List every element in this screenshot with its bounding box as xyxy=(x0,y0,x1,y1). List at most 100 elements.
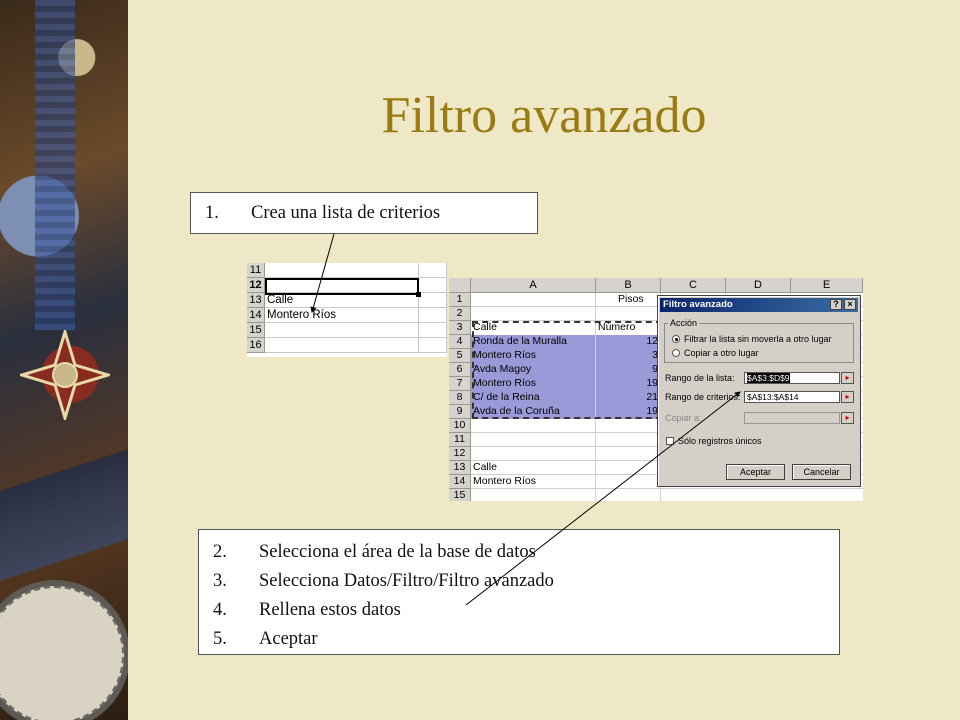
cell[interactable] xyxy=(265,323,419,338)
row-header[interactable]: 15 xyxy=(449,489,471,501)
compass-ring xyxy=(0,586,124,720)
cell-b[interactable] xyxy=(596,475,661,489)
row-header[interactable]: 11 xyxy=(247,263,265,278)
copy-to-label[interactable]: Copiar a otro lugar xyxy=(684,348,759,358)
row-header[interactable]: 5 xyxy=(449,349,471,363)
cell-a[interactable] xyxy=(471,489,596,501)
list-range-input[interactable]: $A$3:$D$9 xyxy=(744,372,840,384)
cell[interactable] xyxy=(419,338,447,353)
cell[interactable] xyxy=(419,308,447,323)
cancel-button[interactable]: Cancelar xyxy=(792,464,851,480)
copy-to-input[interactable] xyxy=(744,412,840,424)
cell-b[interactable] xyxy=(596,461,661,475)
sheet-row xyxy=(265,338,447,353)
criteria-spreadsheet-snippet: 11 12 13 Calle 14 Montero Ríos 15 16 xyxy=(247,263,447,357)
select-all-corner[interactable] xyxy=(449,278,471,293)
cell[interactable] xyxy=(419,263,447,278)
cell[interactable] xyxy=(265,263,419,278)
list-item: 5. Aceptar xyxy=(213,625,554,654)
collapse-criteria-range-icon[interactable]: ▸ xyxy=(841,391,854,403)
active-cell-cursor[interactable] xyxy=(265,278,421,297)
cell-b[interactable] xyxy=(596,419,661,433)
cell-b[interactable]: Pisos xyxy=(596,293,661,307)
cell-a[interactable]: Calle xyxy=(471,461,596,475)
step-text: Selecciona Datos/Filtro/Filtro avanzado xyxy=(259,571,554,591)
row-header[interactable]: 2 xyxy=(449,307,471,321)
column-header-c[interactable]: C xyxy=(661,278,726,293)
step-text: Selecciona el área de la base de datos xyxy=(259,542,536,562)
list-range-label: Rango de la lista: xyxy=(665,373,735,383)
cell[interactable] xyxy=(419,278,447,293)
steps-list: 2. Selecciona el área de la base de datos… xyxy=(213,538,554,654)
row-header[interactable]: 1 xyxy=(449,293,471,307)
copy-to-field-label: Copiar a: xyxy=(665,413,702,423)
step-text: Aceptar xyxy=(259,629,318,649)
advanced-filter-dialog: Filtro avanzado ? × Acción Filtrar la li… xyxy=(657,295,861,487)
compass-icon xyxy=(0,580,128,720)
row-header[interactable]: 11 xyxy=(449,433,471,447)
list-range-value: $A$3:$D$9 xyxy=(747,373,790,383)
column-header-a[interactable]: A xyxy=(471,278,596,293)
cell[interactable] xyxy=(419,293,447,308)
cell[interactable]: Montero Ríos xyxy=(265,308,419,323)
column-header-e[interactable]: E xyxy=(791,278,863,293)
step-number: 5. xyxy=(213,629,227,649)
sheet-row: Montero Ríos xyxy=(265,308,447,323)
ribbon-decoration xyxy=(35,0,75,330)
cell[interactable]: Calle xyxy=(265,293,419,308)
cell-b[interactable] xyxy=(596,447,661,461)
row-header[interactable]: 8 xyxy=(449,391,471,405)
cell-a[interactable]: Montero Ríos xyxy=(471,475,596,489)
row-header[interactable]: 13 xyxy=(449,461,471,475)
row-header[interactable]: 4 xyxy=(449,335,471,349)
cell[interactable] xyxy=(265,338,419,353)
step-text: Crea una lista de criterios xyxy=(251,203,441,223)
collapse-list-range-icon[interactable]: ▸ xyxy=(841,372,854,384)
copy-to-radio[interactable] xyxy=(672,349,680,357)
unique-records-label[interactable]: Sólo registros únicos xyxy=(678,436,762,446)
row-header[interactable]: 12 xyxy=(247,278,265,293)
column-header-d[interactable]: D xyxy=(726,278,791,293)
row-header[interactable]: 16 xyxy=(247,338,265,353)
row-header[interactable]: 10 xyxy=(449,419,471,433)
criteria-range-input[interactable]: $A$13:$A$14 xyxy=(744,391,840,403)
sheet-row xyxy=(265,323,447,338)
cell-a[interactable] xyxy=(471,419,596,433)
accept-button[interactable]: Aceptar xyxy=(726,464,785,480)
row-header[interactable]: 13 xyxy=(247,293,265,308)
row-header[interactable]: 3 xyxy=(449,321,471,335)
filter-in-place-label[interactable]: Filtrar la lista sin moverla a otro luga… xyxy=(684,334,832,344)
cell-b[interactable] xyxy=(596,307,661,321)
cell-a[interactable] xyxy=(471,307,596,321)
callout-create-criteria: 1. Crea una lista de criterios xyxy=(190,192,538,234)
cell-a[interactable] xyxy=(471,293,596,307)
selection-marquee xyxy=(472,321,662,419)
list-item: 3. Selecciona Datos/Filtro/Filtro avanzad… xyxy=(213,567,554,596)
row-header[interactable]: 7 xyxy=(449,377,471,391)
cell-b[interactable] xyxy=(596,433,661,447)
criteria-range-label: Rango de criterios: xyxy=(665,392,741,402)
filter-in-place-radio[interactable] xyxy=(672,335,680,343)
step-number: 1. xyxy=(205,203,219,223)
cross-medal-icon xyxy=(20,330,110,420)
unique-records-checkbox[interactable] xyxy=(666,437,674,445)
collapse-copy-to-icon[interactable]: ▸ xyxy=(841,412,854,424)
decorative-side-image xyxy=(0,0,128,720)
cell-a[interactable] xyxy=(471,433,596,447)
help-button[interactable]: ? xyxy=(830,299,842,310)
cell-a[interactable] xyxy=(471,447,596,461)
row-header[interactable]: 12 xyxy=(449,447,471,461)
dialog-titlebar[interactable]: Filtro avanzado ? × xyxy=(660,298,858,312)
close-button[interactable]: × xyxy=(844,299,856,310)
row-header[interactable]: 14 xyxy=(449,475,471,489)
row-header[interactable]: 6 xyxy=(449,363,471,377)
step-text: Rellena estos datos xyxy=(259,600,401,620)
row-header[interactable]: 9 xyxy=(449,405,471,419)
row-header[interactable]: 14 xyxy=(247,308,265,323)
row-header[interactable]: 15 xyxy=(247,323,265,338)
cell-b[interactable] xyxy=(596,489,661,501)
column-header-b[interactable]: B xyxy=(596,278,661,293)
dialog-title: Filtro avanzado xyxy=(663,299,733,310)
list-item: 2. Selecciona el área de la base de datos xyxy=(213,538,554,567)
cell[interactable] xyxy=(419,323,447,338)
